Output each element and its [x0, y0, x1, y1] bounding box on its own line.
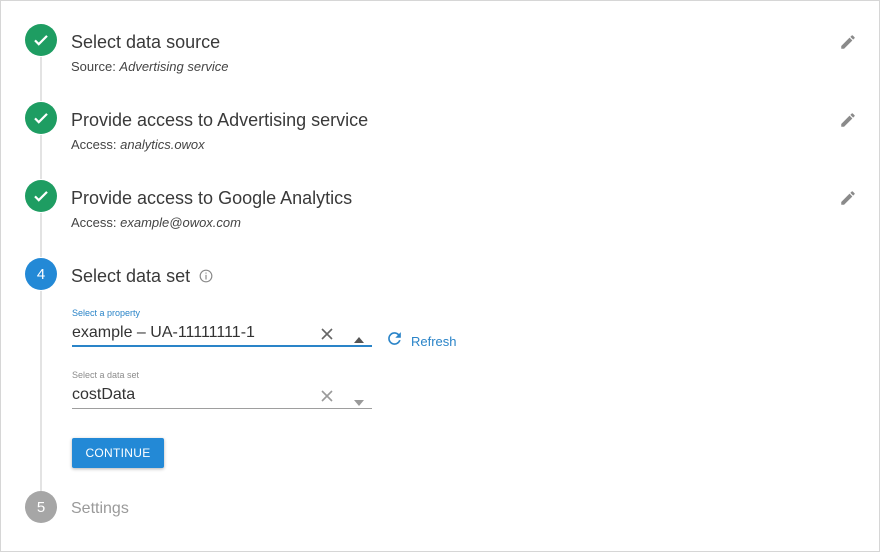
property-field-label: Select a property — [72, 308, 141, 318]
dataset-select[interactable]: costData — [72, 386, 135, 404]
step-connector — [40, 57, 42, 101]
step-1-sub-value: Advertising service — [119, 59, 229, 74]
step-3-edit-icon[interactable] — [839, 189, 857, 207]
step-4-title: Select data set — [71, 266, 191, 286]
step-2-edit-icon[interactable] — [839, 111, 857, 129]
stepper-panel: Select data source Source: Advertising s… — [0, 0, 880, 552]
caret-up-icon[interactable] — [354, 330, 364, 343]
property-clear-icon[interactable] — [320, 327, 334, 341]
step-3-title: Provide access to Google Analytics — [71, 188, 353, 208]
property-select[interactable]: example – UA-11111111-1 — [72, 324, 255, 342]
property-field-underline — [72, 345, 372, 347]
step-2-sub-prefix: Access: — [71, 137, 121, 152]
info-icon[interactable] — [199, 269, 213, 283]
step-connector — [40, 135, 42, 179]
step-1-title: Select data source — [71, 32, 221, 52]
dataset-field-label: Select a data set — [72, 370, 140, 380]
dataset-field-underline — [72, 408, 372, 409]
step-4-number-badge: 4 — [25, 258, 57, 290]
step-5-title: Settings — [71, 500, 129, 517]
refresh-button[interactable]: Refresh — [385, 331, 457, 351]
step-1-subtitle: Source: Advertising service — [71, 59, 229, 74]
refresh-icon — [385, 329, 404, 353]
step-2-title: Provide access to Advertising service — [71, 110, 369, 130]
step-connector — [40, 213, 42, 257]
step-3-sub-value: example@owox.com — [120, 215, 241, 230]
step-2-sub-value: analytics.owox — [120, 137, 205, 152]
step-1-check-icon — [25, 24, 57, 56]
step-connector — [40, 291, 42, 491]
continue-button[interactable]: CONTINUE — [72, 438, 164, 468]
step-3-sub-prefix: Access: — [71, 215, 121, 230]
step-3-subtitle: Access: example@owox.com — [71, 215, 241, 230]
step-3-check-icon — [25, 180, 57, 212]
refresh-label: Refresh — [411, 333, 457, 349]
caret-down-icon[interactable] — [354, 393, 364, 406]
step-1-edit-icon[interactable] — [839, 33, 857, 51]
step-2-check-icon — [25, 102, 57, 134]
dataset-clear-icon[interactable] — [320, 389, 334, 403]
step-1-sub-prefix: Source: — [71, 59, 120, 74]
step-5-number-badge: 5 — [25, 491, 57, 523]
step-2-subtitle: Access: analytics.owox — [71, 137, 205, 152]
